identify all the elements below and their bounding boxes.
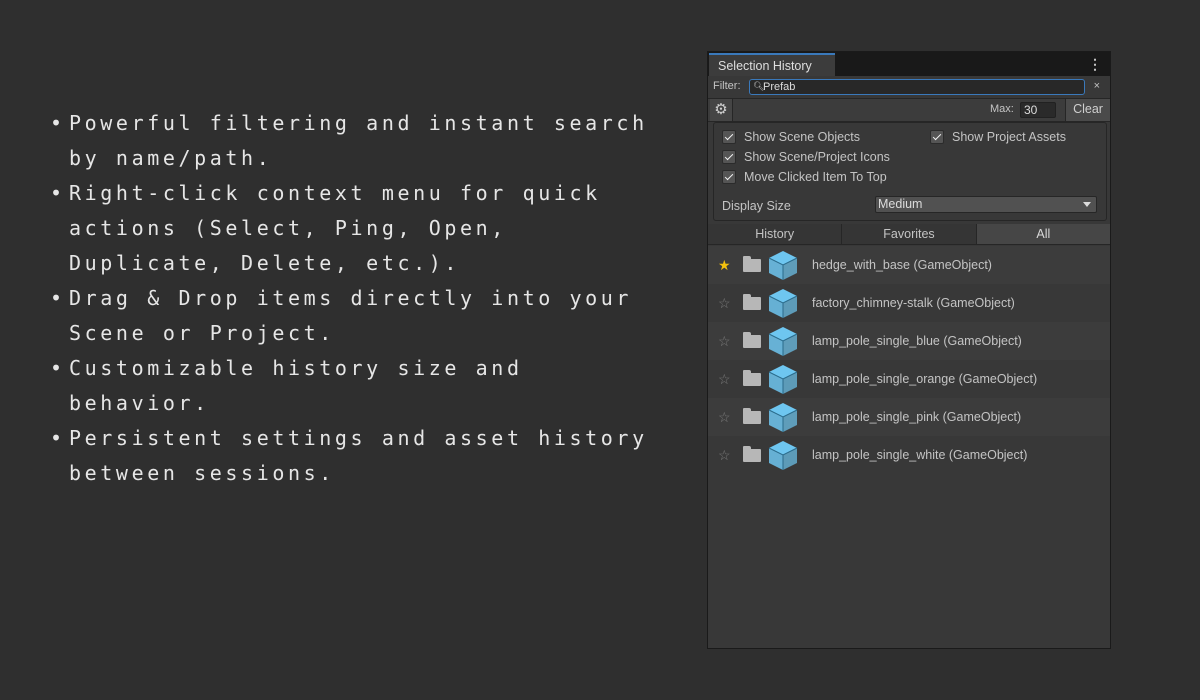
star-outline-icon[interactable]: ☆	[718, 333, 731, 350]
prefab-cube-icon	[768, 365, 798, 394]
folder-icon[interactable]	[743, 294, 761, 310]
list-item[interactable]: ☆ lamp_pole_single_white (GameObject)	[708, 436, 1110, 474]
list-item[interactable]: ☆ lamp_pole_single_pink (GameObject)	[708, 398, 1110, 436]
item-name: lamp_pole_single_orange (GameObject)	[812, 372, 1038, 386]
star-outline-icon[interactable]: ☆	[718, 371, 731, 388]
folder-icon[interactable]	[743, 408, 761, 424]
item-name: factory_chimney-stalk (GameObject)	[812, 296, 1015, 310]
view-tabs: History Favorites All	[708, 224, 1110, 245]
filter-label: Filter:	[713, 80, 741, 92]
folder-icon[interactable]	[743, 370, 761, 386]
feature-text: Customizable history size and behavior.	[69, 356, 523, 415]
feature-text: Persistent settings and asset history be…	[69, 426, 648, 485]
filter-input[interactable]	[763, 80, 1063, 94]
settings-panel: Show Scene Objects Show Project Assets S…	[713, 122, 1107, 221]
checkbox-checked[interactable]	[722, 170, 736, 184]
filter-row: Filter: 🔍︎ ×	[708, 76, 1110, 98]
toolbar: ⚙ Max: Clear	[708, 98, 1110, 122]
star-outline-icon[interactable]: ☆	[718, 295, 731, 312]
prefab-cube-icon	[768, 403, 798, 432]
checkbox-checked[interactable]	[722, 130, 736, 144]
move-to-top-checkbox[interactable]: Move Clicked Item To Top	[722, 170, 887, 184]
display-size-label: Display Size	[722, 199, 791, 213]
feature-text: Right-click context menu for quick actio…	[69, 181, 601, 275]
checkbox-label: Show Scene Objects	[744, 130, 861, 144]
checkbox-checked[interactable]	[722, 150, 736, 164]
display-size-dropdown[interactable]: Medium	[875, 196, 1097, 213]
checkbox-label: Show Project Assets	[952, 130, 1066, 144]
prefab-cube-icon	[768, 289, 798, 318]
tab-history[interactable]: History	[708, 224, 843, 244]
item-name: lamp_pole_single_blue (GameObject)	[812, 334, 1022, 348]
gear-icon[interactable]: ⚙	[710, 99, 733, 121]
folder-icon[interactable]	[743, 332, 761, 348]
feature-item: • Right-click context menu for quick acti…	[50, 176, 670, 281]
tab-all[interactable]: All	[976, 224, 1110, 244]
clear-button[interactable]: Clear	[1065, 99, 1110, 121]
tab-favorites[interactable]: Favorites	[842, 224, 977, 244]
item-name: hedge_with_base (GameObject)	[812, 258, 992, 272]
show-project-assets-checkbox[interactable]: Show Project Assets	[930, 130, 1066, 144]
display-size-value: Medium	[878, 197, 923, 211]
feature-item: • Persistent settings and asset history b…	[50, 421, 670, 491]
feature-item: • Powerful filtering and instant search b…	[50, 106, 670, 176]
checkbox-label: Show Scene/Project Icons	[744, 150, 890, 164]
bullet: •	[50, 111, 66, 135]
list-item[interactable]: ★ hedge_with_base (GameObject)	[708, 246, 1110, 284]
folder-icon[interactable]	[743, 446, 761, 462]
feature-text: Drag & Drop items directly into your Sce…	[69, 286, 633, 345]
max-label: Max:	[990, 103, 1014, 115]
star-outline-icon[interactable]: ☆	[718, 447, 731, 464]
prefab-cube-icon	[768, 327, 798, 356]
selection-history-window: Selection History ⋮ Filter: 🔍︎ × ⚙ Max: …	[707, 51, 1111, 649]
list-item[interactable]: ☆ factory_chimney-stalk (GameObject)	[708, 284, 1110, 322]
star-filled-icon[interactable]: ★	[718, 257, 731, 274]
folder-icon[interactable]	[743, 256, 761, 272]
prefab-cube-icon	[768, 251, 798, 280]
kebab-menu-icon[interactable]: ⋮	[1088, 56, 1102, 73]
bullet: •	[50, 286, 66, 310]
star-outline-icon[interactable]: ☆	[718, 409, 731, 426]
max-input[interactable]	[1020, 102, 1056, 118]
checkbox-checked[interactable]	[930, 130, 944, 144]
list-item[interactable]: ☆ lamp_pole_single_blue (GameObject)	[708, 322, 1110, 360]
clear-filter-icon[interactable]: ×	[1094, 80, 1100, 92]
show-scene-objects-checkbox[interactable]: Show Scene Objects	[722, 130, 860, 144]
feature-item: • Drag & Drop items directly into your Sc…	[50, 281, 670, 351]
window-titlebar: Selection History ⋮	[708, 52, 1110, 76]
prefab-cube-icon	[768, 441, 798, 470]
bullet: •	[50, 426, 66, 450]
item-name: lamp_pole_single_white (GameObject)	[812, 448, 1028, 462]
feature-item: • Customizable history size and behavior.	[50, 351, 670, 421]
bullet: •	[50, 181, 66, 205]
feature-text: Powerful filtering and instant search by…	[69, 111, 648, 170]
show-icons-checkbox[interactable]: Show Scene/Project Icons	[722, 150, 890, 164]
chevron-down-icon	[1083, 202, 1091, 207]
history-list: ★ hedge_with_base (GameObject) ☆ factory_ch…	[708, 246, 1110, 474]
item-name: lamp_pole_single_pink (GameObject)	[812, 410, 1022, 424]
list-item[interactable]: ☆ lamp_pole_single_orange (GameObject)	[708, 360, 1110, 398]
checkbox-label: Move Clicked Item To Top	[744, 170, 887, 184]
window-tab[interactable]: Selection History	[709, 53, 835, 76]
bullet: •	[50, 356, 66, 380]
feature-list: • Powerful filtering and instant search b…	[50, 106, 670, 491]
filter-field[interactable]: 🔍︎	[749, 79, 1085, 95]
